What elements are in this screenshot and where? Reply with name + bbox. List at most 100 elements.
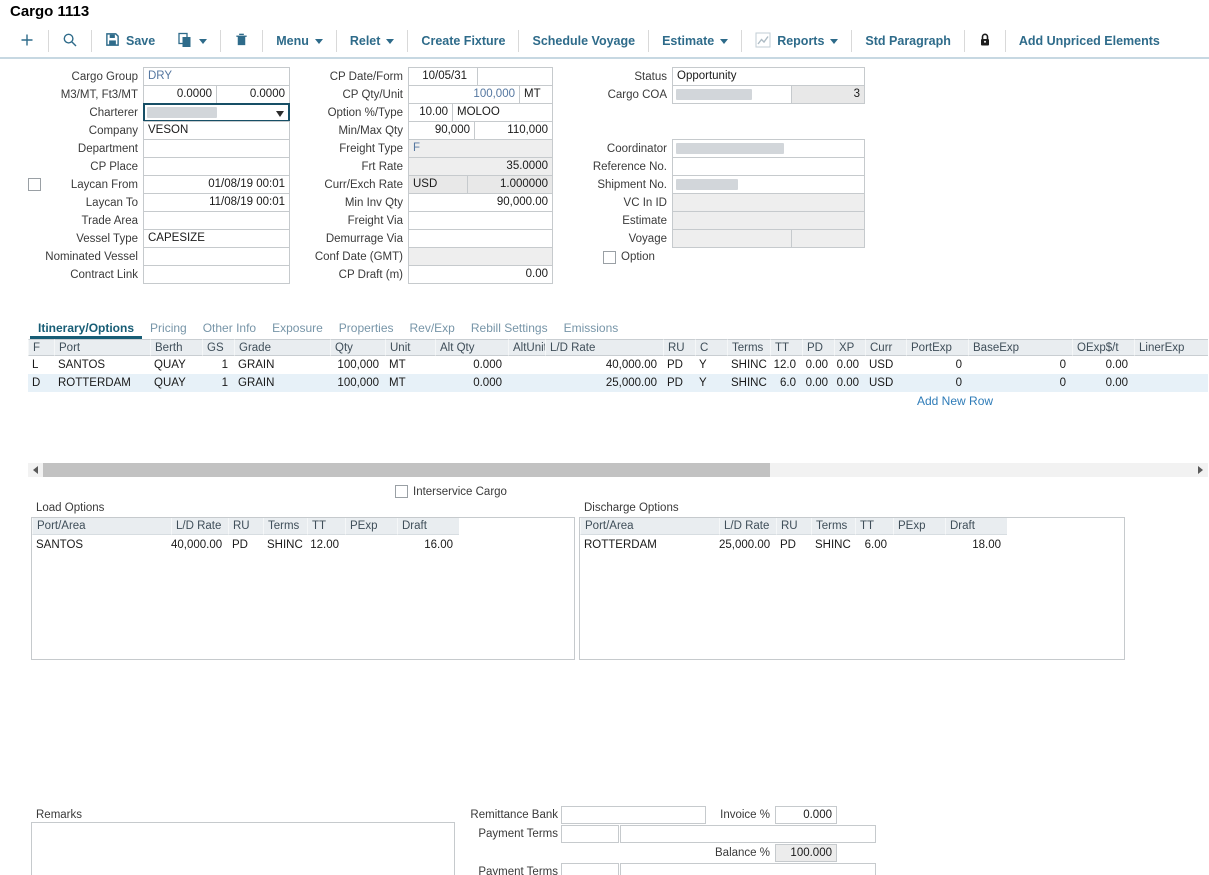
department-field[interactable]	[143, 139, 290, 158]
add-button[interactable]	[8, 28, 46, 54]
itinerary-cell-port[interactable]: SANTOS	[54, 356, 150, 374]
cp-form-field[interactable]	[477, 67, 553, 86]
payment-terms-code-field-2[interactable]	[561, 863, 619, 875]
itinerary-cell[interactable]: 0	[968, 356, 1072, 374]
laycan-checkbox[interactable]	[28, 178, 41, 191]
horizontal-scrollbar[interactable]	[28, 463, 1208, 477]
add-new-row-link[interactable]: Add New Row	[917, 394, 993, 408]
tab-rebill-settings[interactable]: Rebill Settings	[463, 321, 556, 339]
chevron-down-icon[interactable]	[276, 111, 284, 117]
lock-button[interactable]	[967, 28, 1003, 54]
save-button[interactable]: Save	[94, 28, 166, 54]
schedule-voyage-button[interactable]: Schedule Voyage	[521, 28, 646, 54]
tab-properties[interactable]: Properties	[331, 321, 402, 339]
min-inv-qty-field[interactable]: 90,000.00	[408, 193, 553, 212]
itinerary-cell[interactable]: 6.0	[770, 374, 802, 392]
itinerary-cell[interactable]: 100,000	[330, 374, 385, 392]
laycan-to-field[interactable]: 11/08/19 00:01	[143, 193, 290, 212]
option-type-field[interactable]: MOLOO	[452, 103, 553, 122]
itinerary-cell[interactable]: PD	[663, 374, 695, 392]
laycan-from-field[interactable]: 01/08/19 00:01	[143, 175, 290, 194]
m3mt-field[interactable]: 0.0000	[143, 85, 217, 104]
itinerary-cell[interactable]: QUAY	[150, 356, 202, 374]
discharge-option-cell-port[interactable]: ROTTERDAM	[580, 535, 719, 555]
itinerary-cell[interactable]: 0.00	[1072, 356, 1134, 374]
search-button[interactable]	[51, 28, 89, 54]
option-pct-field[interactable]: 10.00	[408, 103, 453, 122]
cp-unit-field[interactable]: MT	[519, 85, 553, 104]
itinerary-cell[interactable]: 40,000.00	[545, 356, 663, 374]
itinerary-cell[interactable]: 12.0	[770, 356, 802, 374]
shipment-no-field[interactable]	[672, 175, 865, 194]
load-option-cell[interactable]: PD	[228, 535, 263, 555]
itinerary-cell[interactable]: 0	[906, 374, 968, 392]
invoice-pct-field[interactable]: 0.000	[775, 806, 837, 824]
payment-terms-desc-field[interactable]	[620, 825, 876, 843]
load-option-cell[interactable]: 40,000.00	[171, 535, 228, 555]
trade-area-field[interactable]	[143, 211, 290, 230]
payment-terms-code-field[interactable]	[561, 825, 619, 843]
add-unpriced-elements-button[interactable]: Add Unpriced Elements	[1008, 28, 1171, 54]
discharge-option-cell[interactable]: 25,000.00	[719, 535, 776, 555]
scroll-right-button[interactable]	[1193, 463, 1208, 477]
vessel-type-field[interactable]: CAPESIZE	[143, 229, 290, 248]
reports-button[interactable]: Reports	[744, 28, 849, 54]
itinerary-cell[interactable]: 0.00	[802, 374, 834, 392]
tab-rev-exp[interactable]: Rev/Exp	[402, 321, 463, 339]
remarks-textarea[interactable]	[31, 822, 455, 875]
tab-itinerary-options[interactable]: Itinerary/Options	[30, 321, 142, 339]
discharge-option-cell[interactable]: 18.00	[945, 535, 1007, 555]
relet-button[interactable]: Relet	[339, 28, 406, 54]
estimate-button[interactable]: Estimate	[651, 28, 739, 54]
itinerary-cell[interactable]: USD	[865, 356, 906, 374]
tab-emissions[interactable]: Emissions	[556, 321, 627, 339]
itinerary-cell[interactable]: 100,000	[330, 356, 385, 374]
discharge-option-cell[interactable]: SHINC	[811, 535, 855, 555]
max-qty-field[interactable]: 110,000	[474, 121, 553, 140]
itinerary-cell[interactable]: L	[28, 356, 54, 374]
itinerary-cell[interactable]: Y	[695, 374, 727, 392]
std-paragraph-button[interactable]: Std Paragraph	[854, 28, 961, 54]
load-option-cell-port[interactable]: SANTOS	[32, 535, 171, 555]
load-option-cell[interactable]: SHINC	[263, 535, 307, 555]
option-checkbox[interactable]	[603, 251, 616, 264]
itinerary-cell[interactable]: GRAIN	[234, 374, 330, 392]
charterer-combobox[interactable]	[143, 103, 290, 122]
scroll-left-button[interactable]	[28, 463, 43, 477]
company-field[interactable]: VESON	[143, 121, 290, 140]
itinerary-cell[interactable]: 0	[968, 374, 1072, 392]
cp-date-field[interactable]: 10/05/31	[408, 67, 478, 86]
cp-place-field[interactable]	[143, 157, 290, 176]
itinerary-cell[interactable]: 0.00	[834, 356, 865, 374]
itinerary-cell[interactable]: 0.000	[435, 374, 508, 392]
menu-button[interactable]: Menu	[265, 28, 334, 54]
load-option-cell[interactable]	[345, 535, 397, 555]
itinerary-cell[interactable]: 0.00	[834, 374, 865, 392]
delete-button[interactable]	[223, 28, 260, 54]
nominated-vessel-field[interactable]	[143, 247, 290, 266]
itinerary-cell[interactable]: PD	[663, 356, 695, 374]
discharge-option-cell[interactable]: PD	[776, 535, 811, 555]
load-option-cell[interactable]: 12.00	[307, 535, 345, 555]
cp-qty-field[interactable]: 100,000	[408, 85, 520, 104]
status-field[interactable]: Opportunity	[672, 67, 865, 86]
min-qty-field[interactable]: 90,000	[408, 121, 475, 140]
coordinator-field[interactable]	[672, 139, 865, 158]
freight-via-field[interactable]	[408, 211, 553, 230]
interservice-cargo-checkbox[interactable]	[395, 485, 408, 498]
itinerary-cell[interactable]	[1134, 356, 1208, 374]
itinerary-cell[interactable]: USD	[865, 374, 906, 392]
itinerary-cell-port[interactable]: ROTTERDAM	[54, 374, 150, 392]
payment-terms-desc-field-2[interactable]	[620, 863, 876, 875]
itinerary-cell[interactable]: 0.000	[435, 356, 508, 374]
create-fixture-button[interactable]: Create Fixture	[410, 28, 516, 54]
itinerary-cell[interactable]: 0.00	[1072, 374, 1134, 392]
itinerary-cell[interactable]	[508, 374, 545, 392]
tab-pricing[interactable]: Pricing	[142, 321, 195, 339]
itinerary-cell[interactable]	[1134, 374, 1208, 392]
load-option-cell[interactable]: 16.00	[397, 535, 459, 555]
demurrage-via-field[interactable]	[408, 229, 553, 248]
remittance-bank-field[interactable]	[561, 806, 706, 824]
tab-other-info[interactable]: Other Info	[195, 321, 264, 339]
itinerary-cell[interactable]: 1	[202, 356, 234, 374]
